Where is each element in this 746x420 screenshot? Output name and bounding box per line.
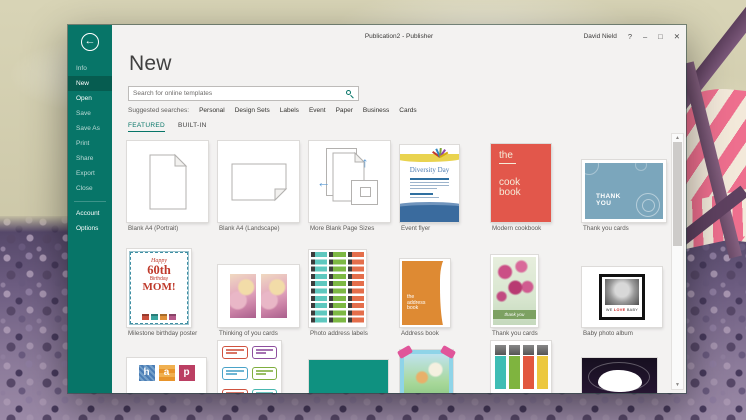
sidebar-item-open[interactable]: Open xyxy=(68,91,112,106)
back-button[interactable]: ← xyxy=(81,33,99,51)
template-event-flyer[interactable]: Diversity Day Event flyer xyxy=(399,138,490,236)
backstage-sidebar: ← Info New Open Save Save As Print Share… xyxy=(68,25,112,393)
sidebar-item-export[interactable]: Export xyxy=(68,166,112,181)
template-kid-photo-card[interactable] xyxy=(399,341,490,393)
search-input[interactable] xyxy=(129,90,346,97)
small-page-size-icon xyxy=(351,180,378,205)
thinking-of-you-preview xyxy=(218,265,299,327)
blank-landscape-page-icon xyxy=(218,141,299,222)
template-modern-cookbook[interactable]: the cook book Modern cookbook xyxy=(490,138,581,236)
suggested-link-event[interactable]: Event xyxy=(309,107,326,114)
more-page-sizes-icon: ↑ ← xyxy=(309,141,390,222)
sidebar-item-close[interactable]: Close xyxy=(68,181,112,196)
template-row-1: Blank A4 (Portrait) Blank A4 (Landscape)… xyxy=(126,138,672,236)
bordered-labels-preview xyxy=(218,341,281,393)
gift-boxes-icon xyxy=(131,314,187,320)
scrollbar-down-arrow[interactable]: ▼ xyxy=(672,381,683,389)
kid-photo-preview xyxy=(400,350,453,393)
template-green-plants-card[interactable] xyxy=(308,341,399,393)
sunburst-icon xyxy=(431,146,449,157)
tab-built-in[interactable]: BUILT-IN xyxy=(178,122,207,132)
sidebar-item-save[interactable]: Save xyxy=(68,106,112,121)
baby-photo xyxy=(605,279,639,305)
dark-card-preview xyxy=(582,358,657,393)
template-more-blank-page-sizes[interactable]: ↑ ← More Blank Page Sizes xyxy=(308,138,399,236)
resize-up-arrow-icon: ↑ xyxy=(362,154,369,170)
green-plants-preview xyxy=(309,360,388,393)
scrollbar-up-arrow[interactable]: ▲ xyxy=(672,134,683,142)
sidebar-item-account[interactable]: Account xyxy=(68,206,112,221)
template-dark-card[interactable] xyxy=(581,341,672,393)
sidebar-item-info[interactable]: Info xyxy=(68,61,112,76)
photo-bookmarks-preview xyxy=(491,341,551,393)
suggested-link-cards[interactable]: Cards xyxy=(399,107,416,114)
suggested-link-business[interactable]: Business xyxy=(363,107,389,114)
sidebar-item-share[interactable]: Share xyxy=(68,151,112,166)
template-row-2: Happy 60th Birthday MOM! Milestone birth… xyxy=(126,243,672,341)
birthday-poster-preview: Happy 60th Birthday MOM! xyxy=(127,249,191,327)
event-flyer-preview: Diversity Day xyxy=(400,145,459,222)
sidebar-item-save-as[interactable]: Save As xyxy=(68,121,112,136)
maximize-icon[interactable]: □ xyxy=(658,32,663,41)
minimize-icon[interactable]: – xyxy=(643,32,647,41)
template-row-3: h a p xyxy=(126,341,672,393)
address-book-preview: the address book xyxy=(400,259,450,327)
template-thank-you-cards-blue[interactable]: THANKYOU Thank you cards xyxy=(581,138,672,236)
template-blank-a4-landscape[interactable]: Blank A4 (Landscape) xyxy=(217,138,308,236)
close-icon[interactable]: ✕ xyxy=(674,32,680,41)
templates-scrollbar[interactable]: ▲ ▼ xyxy=(671,133,684,390)
suggested-link-design-sets[interactable]: Design Sets xyxy=(235,107,270,114)
template-blank-a4-portrait[interactable]: Blank A4 (Portrait) xyxy=(126,138,217,236)
baby-album-preview: WE LOVE BABY xyxy=(582,267,662,327)
publisher-window: ← Info New Open Save Save As Print Share… xyxy=(68,25,686,393)
resize-left-arrow-icon: ← xyxy=(317,174,331,190)
suggested-link-paper[interactable]: Paper xyxy=(336,107,353,114)
titlebar: Publication2 - Publisher David Nield ? –… xyxy=(112,25,686,48)
suggested-searches-label: Suggested searches: xyxy=(128,107,189,114)
template-milestone-birthday-poster[interactable]: Happy 60th Birthday MOM! Milestone birth… xyxy=(126,243,217,341)
sidebar-item-new[interactable]: New xyxy=(68,76,112,91)
thank-you-flowers-preview: thank you xyxy=(491,255,538,327)
template-address-book[interactable]: the address book Address book xyxy=(399,243,490,341)
template-baby-photo-album[interactable]: WE LOVE BABY Baby photo album xyxy=(581,243,672,341)
help-icon[interactable]: ? xyxy=(628,32,632,41)
thank-you-card-preview: THANKYOU xyxy=(582,160,666,222)
sidebar-item-print[interactable]: Print xyxy=(68,136,112,151)
template-photo-bookmarks[interactable] xyxy=(490,341,581,393)
tab-featured[interactable]: FEATURED xyxy=(128,122,165,132)
backstage-new-page: New Suggested searches: Personal Design … xyxy=(112,48,686,393)
sidebar-item-options[interactable]: Options xyxy=(68,221,112,236)
template-search-box[interactable] xyxy=(128,86,359,101)
signed-in-user[interactable]: David Nield xyxy=(584,33,617,40)
address-labels-preview xyxy=(309,250,366,327)
blank-portrait-page-icon xyxy=(127,141,208,222)
scrollbar-thumb[interactable] xyxy=(673,142,682,246)
template-tabs: FEATURED BUILT-IN xyxy=(128,122,207,132)
search-icon[interactable] xyxy=(346,90,353,97)
suggested-link-personal[interactable]: Personal xyxy=(199,107,225,114)
page-title: New xyxy=(129,52,172,76)
template-bordered-labels[interactable] xyxy=(217,341,308,393)
template-photo-address-labels[interactable]: Photo address labels xyxy=(308,243,399,341)
template-thank-you-cards-flowers[interactable]: thank you Thank you cards xyxy=(490,243,581,341)
happy-banner-preview: h a p xyxy=(127,358,206,393)
template-thinking-of-you-cards[interactable]: Thinking of you cards xyxy=(217,243,308,341)
cookbook-cover-preview: the cook book xyxy=(491,144,551,222)
sidebar-separator xyxy=(74,201,106,202)
suggested-searches: Suggested searches: Personal Design Sets… xyxy=(128,107,417,114)
suggested-link-labels[interactable]: Labels xyxy=(280,107,299,114)
template-happy-banner[interactable]: h a p xyxy=(126,341,217,393)
